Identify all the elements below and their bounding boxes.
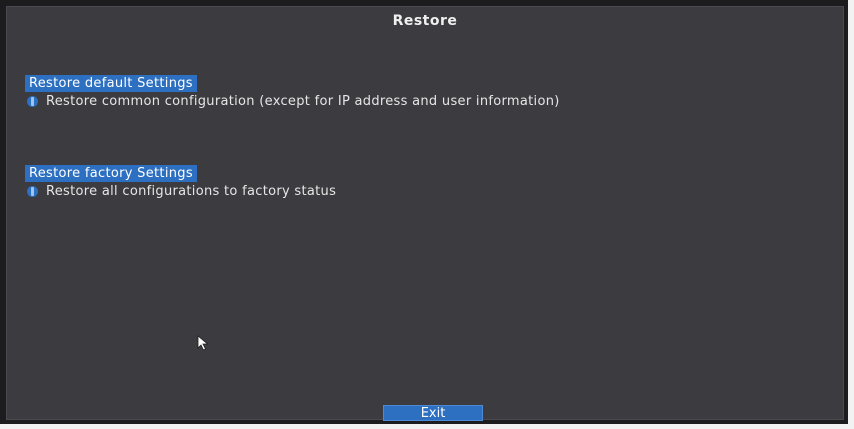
screen-frame: Restore Restore default Settings Restore… (0, 0, 848, 424)
dialog-title: Restore (392, 13, 458, 29)
exit-button[interactable]: Exit (383, 405, 483, 421)
radio-dot-icon[interactable] (27, 186, 38, 197)
mouse-cursor-icon (197, 335, 209, 351)
restore-factory-option[interactable]: Restore all configurations to factory st… (27, 184, 336, 199)
restore-dialog: Restore Restore default Settings Restore… (6, 6, 844, 421)
restore-factory-option-label: Restore all configurations to factory st… (46, 184, 337, 199)
restore-default-settings-header[interactable]: Restore default Settings (25, 75, 197, 92)
restore-default-option-label: Restore common configuration (except for… (46, 94, 560, 109)
radio-dot-icon[interactable] (27, 96, 38, 107)
restore-factory-settings-header[interactable]: Restore factory Settings (25, 165, 197, 182)
restore-default-option[interactable]: Restore common configuration (except for… (27, 94, 560, 109)
